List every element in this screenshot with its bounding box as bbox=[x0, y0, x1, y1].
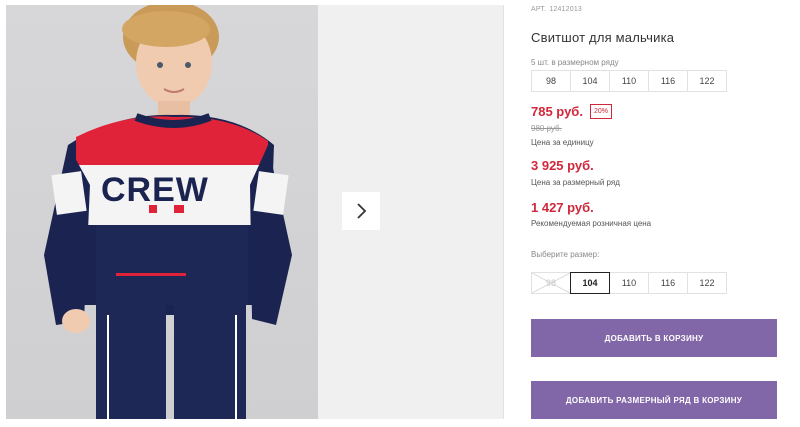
size-option-110[interactable]: 110 bbox=[609, 272, 649, 294]
gallery-next-button[interactable] bbox=[342, 192, 380, 230]
retail-price: 1 427 руб. bbox=[531, 200, 594, 215]
sku: АРТ. 12412013 bbox=[531, 6, 585, 13]
retail-price-caption: Рекомендуемая розничная цена bbox=[531, 219, 652, 228]
size-option-98[interactable]: 98 bbox=[531, 272, 571, 294]
sku-value: 12412013 bbox=[549, 6, 583, 13]
size-option-label: 110 bbox=[621, 278, 637, 288]
size-option-122[interactable]: 122 bbox=[687, 272, 727, 294]
product-title: Свитшот для мальчика bbox=[531, 30, 675, 45]
size-option-116[interactable]: 116 bbox=[648, 272, 688, 294]
unit-price: 785 руб. bbox=[531, 104, 583, 119]
size-run-item: 104 bbox=[570, 70, 610, 92]
size-option-104[interactable]: 104 bbox=[570, 272, 610, 294]
choose-size-label: Выберите размер: bbox=[531, 250, 600, 259]
size-option-label: 104 bbox=[582, 278, 598, 288]
add-to-cart-button[interactable]: ДОБАВИТЬ В КОРЗИНУ bbox=[531, 319, 777, 357]
unit-price-row: 785 руб. 20% bbox=[531, 104, 612, 119]
old-price: 980 руб. bbox=[531, 124, 562, 133]
size-option-label: 116 bbox=[660, 278, 676, 288]
size-run-list: 98 104 110 116 122 bbox=[531, 70, 727, 92]
chevron-right-icon bbox=[357, 203, 367, 219]
size-run-price: 3 925 руб. bbox=[531, 158, 594, 173]
size-run-item: 116 bbox=[648, 70, 688, 92]
product-gallery: CREW bbox=[0, 0, 504, 427]
sweatshirt-print-text: CREW bbox=[101, 171, 209, 209]
unit-price-caption: Цена за единицу bbox=[531, 138, 594, 147]
add-size-run-to-cart-button[interactable]: ДОБАВИТЬ РАЗМЕРНЫЙ РЯД В КОРЗИНУ bbox=[531, 381, 777, 419]
boy-in-sweatshirt-image: CREW bbox=[44, 5, 292, 419]
size-run-note: 5 шт. в размерном ряду bbox=[531, 58, 619, 67]
size-run-item: 122 bbox=[687, 70, 727, 92]
discount-badge: 20% bbox=[589, 104, 612, 119]
size-run-item: 110 bbox=[609, 70, 649, 92]
size-option-label: 98 bbox=[545, 278, 556, 288]
product-photo[interactable]: CREW bbox=[6, 5, 318, 419]
size-option-label: 122 bbox=[699, 278, 715, 288]
size-run-price-caption: Цена за размерный ряд bbox=[531, 178, 620, 187]
sku-label: АРТ. bbox=[531, 6, 547, 13]
size-selector: 98 104 110 116 122 bbox=[531, 272, 727, 294]
size-run-item: 98 bbox=[531, 70, 571, 92]
